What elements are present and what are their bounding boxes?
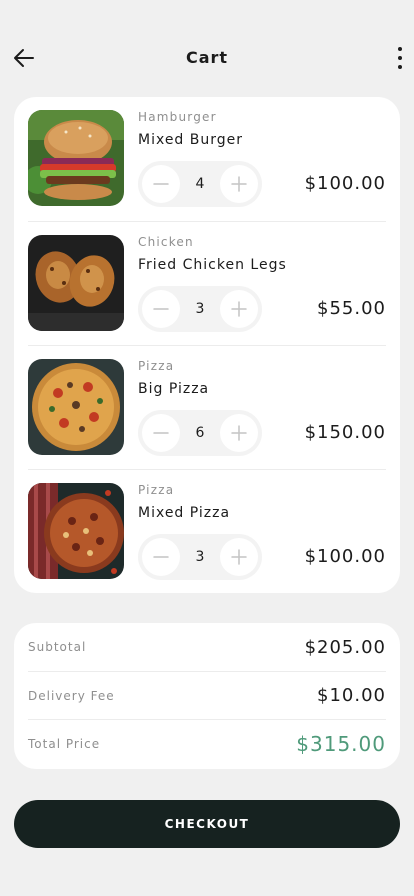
item-category: Hamburger (138, 110, 217, 124)
total-price-row: Total Price $315.00 (28, 719, 386, 767)
increase-button[interactable] (220, 414, 258, 452)
quantity-stepper: 4 (138, 161, 262, 207)
item-name: Fried Chicken Legs (138, 257, 287, 273)
item-category: Pizza (138, 483, 175, 497)
delivery-fee-label: Delivery Fee (28, 688, 115, 703)
minus-icon (153, 183, 169, 185)
decrease-button[interactable] (142, 538, 180, 576)
subtotal-row: Subtotal $205.00 (28, 623, 386, 671)
cart-item: Hamburger Mixed Burger 4 $100.00 (28, 97, 386, 221)
quantity-value: 4 (195, 176, 205, 192)
burger-image (28, 110, 124, 206)
more-options-button[interactable] (392, 44, 408, 72)
checkout-button[interactable]: CHECKOUT (14, 800, 400, 848)
decrease-button[interactable] (142, 165, 180, 203)
decrease-button[interactable] (142, 290, 180, 328)
item-price: $55.00 (317, 298, 386, 319)
item-price: $100.00 (304, 546, 386, 567)
plus-icon (231, 549, 247, 565)
total-price-label: Total Price (28, 736, 101, 751)
order-summary-card: Subtotal $205.00 Delivery Fee $10.00 Tot… (14, 623, 400, 769)
total-price-value: $315.00 (296, 731, 386, 756)
item-category: Pizza (138, 359, 175, 373)
quantity-stepper: 3 (138, 286, 262, 332)
more-vertical-icon (398, 47, 402, 51)
cart-items-card: Hamburger Mixed Burger 4 $100.00 Chicken… (14, 97, 400, 593)
quantity-value: 6 (195, 425, 205, 441)
plus-icon (231, 176, 247, 192)
minus-icon (153, 432, 169, 434)
minus-icon (153, 308, 169, 310)
quantity-value: 3 (195, 301, 205, 317)
item-category: Chicken (138, 235, 194, 249)
quantity-stepper: 6 (138, 410, 262, 456)
chicken-image (28, 235, 124, 331)
item-price: $150.00 (304, 422, 386, 443)
quantity-stepper: 3 (138, 534, 262, 580)
increase-button[interactable] (220, 290, 258, 328)
cart-item: Chicken Fried Chicken Legs 3 $55.00 (28, 221, 386, 345)
item-name: Big Pizza (138, 381, 210, 397)
app-header: Cart (0, 0, 414, 100)
pizza-image (28, 483, 124, 579)
plus-icon (231, 301, 247, 317)
item-name: Mixed Pizza (138, 505, 231, 521)
quantity-value: 3 (195, 549, 205, 565)
pizza-image (28, 359, 124, 455)
page-title: Cart (185, 48, 229, 67)
increase-button[interactable] (220, 538, 258, 576)
delivery-fee-value: $10.00 (317, 685, 386, 706)
minus-icon (153, 556, 169, 558)
item-price: $100.00 (304, 173, 386, 194)
cart-item: Pizza Mixed Pizza 3 $100.00 (28, 469, 386, 593)
subtotal-value: $205.00 (304, 636, 386, 658)
subtotal-label: Subtotal (28, 640, 87, 654)
delivery-fee-row: Delivery Fee $10.00 (28, 671, 386, 719)
decrease-button[interactable] (142, 414, 180, 452)
cart-item: Pizza Big Pizza 6 $150.00 (28, 345, 386, 469)
item-name: Mixed Burger (138, 132, 244, 148)
cart-screen: Cart Hamburger Mixed Burger 4 $100.00 Ch… (0, 0, 414, 896)
increase-button[interactable] (220, 165, 258, 203)
plus-icon (231, 425, 247, 441)
